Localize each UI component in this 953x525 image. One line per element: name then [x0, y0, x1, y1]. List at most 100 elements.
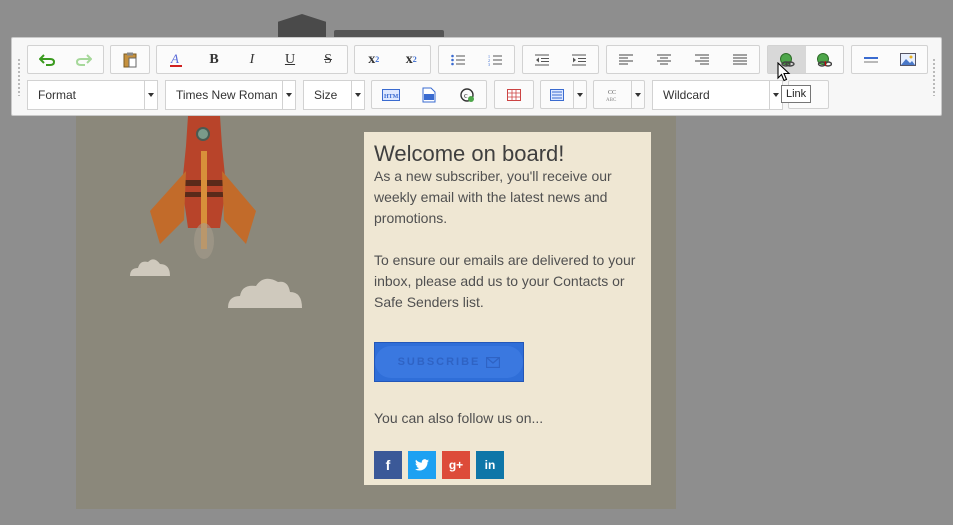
svg-text:HTML: HTML: [384, 94, 400, 100]
social-links: f g+ in: [374, 451, 641, 479]
font-size-dropdown[interactable]: Size: [303, 80, 365, 110]
align-justify-icon: [733, 54, 747, 65]
subscribe-button-frame[interactable]: SUBSCRIBE: [374, 342, 524, 382]
unlink-button[interactable]: [806, 46, 844, 73]
align-group: [606, 45, 760, 74]
underline-button[interactable]: U: [271, 46, 309, 73]
table-group: [494, 80, 534, 109]
text-style-group: A B I U S: [156, 45, 348, 74]
layout-icon: [550, 88, 564, 101]
svg-text:3: 3: [488, 62, 490, 66]
chevron-down-icon[interactable]: [573, 81, 586, 108]
subscribe-button[interactable]: SUBSCRIBE: [375, 346, 523, 378]
superscript-glyph: x: [405, 51, 413, 67]
bulleted-list-button[interactable]: [439, 46, 477, 73]
font-color-button[interactable]: A: [157, 46, 195, 73]
clipboard-icon: [123, 52, 137, 67]
align-right-button[interactable]: [683, 46, 721, 73]
paste-group: [110, 45, 150, 74]
twitter-bird-icon: [415, 459, 429, 471]
align-justify-button[interactable]: [721, 46, 759, 73]
font-family-dropdown[interactable]: Times New Roman: [165, 80, 296, 110]
intro-paragraph: As a new subscriber, you'll receive our …: [374, 168, 612, 226]
align-right-icon: [695, 54, 709, 65]
format-dropdown-label: Format: [38, 88, 77, 102]
font-family-label: Times New Roman: [176, 88, 278, 102]
document-icon: [422, 87, 436, 102]
rocket-illustration: [150, 116, 256, 259]
layout-button[interactable]: [541, 81, 573, 108]
redo-icon: [76, 53, 93, 66]
indent-group: [522, 45, 599, 74]
chevron-down-icon[interactable]: [631, 81, 644, 108]
wildcard-dropdown[interactable]: Wildcard: [652, 80, 783, 110]
italic-button[interactable]: I: [233, 46, 271, 73]
svg-text:CC: CC: [608, 90, 616, 96]
link-tooltip: Link: [781, 85, 812, 103]
insert-table-button[interactable]: [495, 81, 533, 108]
spellcheck-icon: CC ABC: [606, 90, 617, 102]
align-center-icon: [657, 54, 671, 65]
toolbar-grip-left[interactable]: [17, 58, 21, 96]
horizontal-rule-button[interactable]: [852, 46, 890, 73]
indent-icon: [572, 54, 587, 65]
font-color-icon: A: [170, 52, 182, 67]
align-left-icon: [619, 54, 633, 65]
subscript-button[interactable]: x2: [355, 46, 393, 73]
chevron-down-icon[interactable]: [351, 81, 364, 109]
image-icon: [900, 53, 917, 66]
mouse-cursor-icon: [777, 62, 791, 82]
svg-text:c: c: [464, 91, 468, 100]
redo-button[interactable]: [66, 46, 104, 73]
subscribe-label: SUBSCRIBE: [397, 356, 481, 368]
strikethrough-button[interactable]: S: [309, 46, 347, 73]
bulleted-list-icon: [450, 54, 465, 65]
source-group: HTML c: [371, 80, 487, 109]
outdent-button[interactable]: [523, 46, 561, 73]
spellcheck-button[interactable]: CC ABC: [594, 81, 631, 108]
bold-button[interactable]: B: [195, 46, 233, 73]
twitter-icon[interactable]: [408, 451, 436, 479]
google-plus-icon[interactable]: g+: [442, 451, 470, 479]
google-plus-glyph: g+: [448, 458, 464, 472]
align-center-button[interactable]: [645, 46, 683, 73]
facebook-icon[interactable]: f: [374, 451, 402, 479]
align-left-button[interactable]: [607, 46, 645, 73]
paste-button[interactable]: [111, 46, 149, 73]
numbered-list-button[interactable]: 123: [477, 46, 515, 73]
insert-group: [851, 45, 928, 74]
chevron-down-icon[interactable]: [144, 81, 157, 109]
spellcheck-group: CC ABC: [593, 80, 645, 109]
envelope-icon: [486, 356, 501, 368]
format-dropdown[interactable]: Format: [27, 80, 158, 110]
horizontal-rule-icon: [863, 56, 878, 62]
indent-button[interactable]: [561, 46, 599, 73]
chevron-down-icon[interactable]: [282, 81, 295, 109]
welcome-card: Welcome on board! As a new subscriber, y…: [364, 132, 651, 485]
insert-image-button[interactable]: [890, 46, 928, 73]
layout-group: [540, 80, 587, 109]
svg-text:ABC: ABC: [606, 98, 617, 102]
special-character-button[interactable]: c: [448, 81, 486, 108]
linkedin-glyph: in: [484, 458, 496, 472]
font-size-label: Size: [314, 88, 338, 102]
deliverability-paragraph: To ensure our emails are delivered to yo…: [374, 252, 636, 310]
list-group: 123: [438, 45, 515, 74]
linkedin-icon[interactable]: in: [476, 451, 504, 479]
undo-button[interactable]: [28, 46, 66, 73]
undo-icon: [38, 53, 55, 66]
subscript-glyph: x: [368, 51, 376, 67]
superscript-button[interactable]: x2: [393, 46, 431, 73]
editor-toolbar: A B I U S x2 x2 123 Format Times New Rom…: [11, 37, 942, 116]
copyright-icon: c: [460, 87, 474, 102]
table-icon: [507, 88, 521, 101]
unlink-icon: [817, 52, 833, 67]
cloud-large-icon: [228, 278, 302, 308]
toolbar-grip-right[interactable]: [932, 58, 936, 96]
html-icon: HTML: [382, 88, 400, 101]
insert-document-button[interactable]: [410, 81, 448, 108]
wildcard-dropdown-label: Wildcard: [663, 88, 710, 102]
cloud-small-icon: [130, 259, 170, 276]
html-source-button[interactable]: HTML: [372, 81, 410, 108]
facebook-glyph: f: [385, 457, 391, 473]
